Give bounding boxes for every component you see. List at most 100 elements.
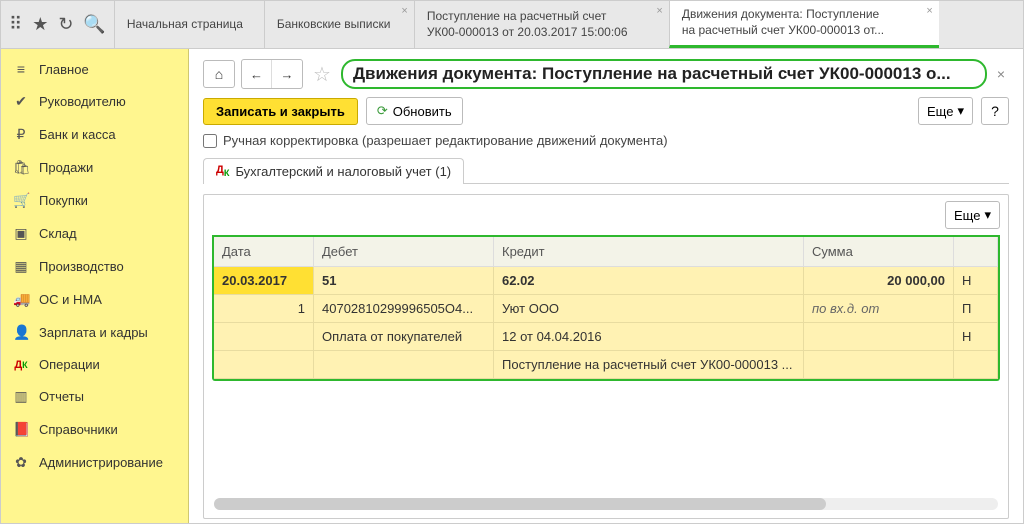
chevron-down-icon: ▾: [984, 207, 991, 223]
refresh-label: Обновить: [393, 104, 452, 119]
close-icon[interactable]: ×: [926, 5, 932, 17]
tab-receipt[interactable]: Поступление на расчетный счет УК00-00001…: [414, 1, 669, 48]
tab-label: Движения документа: Поступление: [682, 7, 927, 23]
sidebar-item-label: Операции: [39, 357, 100, 372]
cell-credit: Уют ООО: [494, 295, 804, 323]
col-header-debit[interactable]: Дебет: [314, 237, 494, 267]
sidebar-item-admin[interactable]: ✿Администрирование: [1, 446, 188, 479]
save-close-button[interactable]: Записать и закрыть: [203, 98, 358, 125]
sidebar-item-label: Главное: [39, 62, 89, 77]
cell-sum: [804, 351, 954, 379]
sidebar-item-reports[interactable]: ▥Отчеты: [1, 380, 188, 413]
sidebar-item-production[interactable]: ▦Производство: [1, 250, 188, 283]
sidebar-item-label: Зарплата и кадры: [39, 325, 148, 340]
book-icon: 📕: [13, 421, 29, 438]
cell-debit: [314, 351, 494, 379]
tab-strip: Начальная страница Банковские выписки × …: [114, 1, 1023, 48]
cell-date: 20.03.2017: [214, 267, 314, 295]
tab-sublabel: УК00-000013 от 20.03.2017 15:00:06: [427, 25, 657, 41]
horizontal-scrollbar[interactable]: [214, 498, 998, 510]
history-icon[interactable]: ↻: [58, 14, 73, 35]
sidebar-item-label: Покупки: [39, 193, 88, 208]
close-icon[interactable]: ×: [993, 66, 1009, 82]
dtkt-icon: ДК: [13, 359, 29, 371]
tab-label: Начальная страница: [127, 17, 252, 33]
manual-correction-checkbox[interactable]: [203, 134, 217, 148]
truck-icon: 🚚: [13, 291, 29, 308]
table-row[interactable]: Оплата от покупателей 12 от 04.04.2016 Н: [214, 323, 998, 351]
cell-extra: П: [954, 295, 998, 323]
cell-extra: Н: [954, 267, 998, 295]
sidebar-item-operations[interactable]: ДК Операции: [1, 349, 188, 380]
subtab-strip: ДК Бухгалтерский и налоговый учет (1): [203, 158, 1009, 184]
cell-credit: 12 от 04.04.2016: [494, 323, 804, 351]
cell-sum: по вх.д. от: [804, 295, 954, 323]
cart-icon: 🛒: [13, 192, 29, 209]
sidebar-item-label: Склад: [39, 226, 77, 241]
home-button[interactable]: ⌂: [203, 60, 235, 88]
sidebar-item-label: Отчеты: [39, 389, 84, 404]
scrollbar-thumb[interactable]: [214, 498, 826, 510]
sidebar-item-sales[interactable]: 🛍Продажи: [1, 151, 188, 184]
page-title: Движения документа: Поступление на расче…: [341, 59, 987, 89]
main-content: ⌂ ← → ☆ Движения документа: Поступление …: [189, 49, 1023, 523]
sidebar-item-label: Продажи: [39, 160, 93, 175]
sidebar-item-main[interactable]: ≡ Главное: [1, 53, 188, 85]
sidebar-item-label: ОС и НМА: [39, 292, 102, 307]
more-label: Еще: [927, 104, 953, 119]
cell-debit: Оплата от покупателей: [314, 323, 494, 351]
col-header-sum[interactable]: Сумма: [804, 237, 954, 267]
sidebar-item-directories[interactable]: 📕Справочники: [1, 413, 188, 446]
sidebar-item-bank[interactable]: ₽ Банк и касса: [1, 118, 188, 151]
grid-header: Дата Дебет Кредит Сумма: [214, 235, 998, 267]
cell-extra: Н: [954, 323, 998, 351]
close-icon[interactable]: ×: [401, 5, 407, 17]
cell-sum: [804, 323, 954, 351]
cell-credit: 62.02: [494, 267, 804, 295]
sidebar-item-payroll[interactable]: 👤Зарплата и кадры: [1, 316, 188, 349]
menu-icon: ≡: [13, 61, 29, 77]
cell-credit: Поступление на расчетный счет УК00-00001…: [494, 351, 804, 379]
accounting-grid: Дата Дебет Кредит Сумма 20.03.2017 51 62…: [212, 235, 1000, 381]
col-header-credit[interactable]: Кредит: [494, 237, 804, 267]
help-button[interactable]: ?: [981, 97, 1009, 125]
more-label: Еще: [954, 208, 980, 223]
tab-sublabel: на расчетный счет УК00-000013 от...: [682, 23, 927, 39]
ruble-icon: ₽: [13, 126, 29, 143]
nav-group: ← →: [241, 59, 303, 89]
cell-date: [214, 323, 314, 351]
sidebar-item-purchases[interactable]: 🛒 Покупки: [1, 184, 188, 217]
sidebar-item-label: Банк и касса: [39, 127, 116, 142]
sidebar-item-label: Администрирование: [39, 455, 163, 470]
forward-button[interactable]: →: [272, 60, 302, 88]
tab-bank-statements[interactable]: Банковские выписки ×: [264, 1, 414, 48]
table-row[interactable]: 1 40702810299996505О4... Уют ООО по вх.д…: [214, 295, 998, 323]
favorite-toggle[interactable]: ☆: [313, 62, 331, 87]
refresh-button[interactable]: ⟳ Обновить: [366, 97, 463, 125]
sidebar-item-warehouse[interactable]: ▣Склад: [1, 217, 188, 250]
table-more-button[interactable]: Еще ▾: [945, 201, 1000, 229]
sidebar-item-label: Руководителю: [39, 94, 126, 109]
tab-movements[interactable]: Движения документа: Поступление на расче…: [669, 1, 939, 48]
toolbar: Записать и закрыть ⟳ Обновить Еще ▾ ?: [203, 97, 1009, 125]
subtab-accounting[interactable]: ДК Бухгалтерский и налоговый учет (1): [203, 158, 464, 184]
sidebar-item-manager[interactable]: ✔Руководителю: [1, 85, 188, 118]
star-icon[interactable]: ★: [32, 14, 48, 35]
manual-correction-row: Ручная корректировка (разрешает редактир…: [203, 133, 1009, 148]
table-row[interactable]: Поступление на расчетный счет УК00-00001…: [214, 351, 998, 379]
table-row[interactable]: 20.03.2017 51 62.02 20 000,00 Н: [214, 267, 998, 295]
sidebar-item-label: Производство: [39, 259, 124, 274]
close-icon[interactable]: ×: [656, 5, 662, 17]
apps-icon[interactable]: ⠿: [9, 14, 22, 35]
tab-home[interactable]: Начальная страница: [114, 1, 264, 48]
subtab-label: Бухгалтерский и налоговый учет (1): [235, 164, 451, 179]
sidebar-item-assets[interactable]: 🚚 ОС и НМА: [1, 283, 188, 316]
tab-label: Поступление на расчетный счет: [427, 9, 657, 25]
col-header-date[interactable]: Дата: [214, 237, 314, 267]
search-icon[interactable]: 🔍: [83, 14, 105, 35]
cell-seq: 1: [214, 295, 314, 323]
back-button[interactable]: ←: [242, 60, 272, 88]
topbar-icon-group: ⠿ ★ ↻ 🔍: [1, 1, 114, 48]
more-button[interactable]: Еще ▾: [918, 97, 973, 125]
sidebar: ≡ Главное ✔Руководителю ₽ Банк и касса 🛍Пр…: [1, 49, 189, 523]
